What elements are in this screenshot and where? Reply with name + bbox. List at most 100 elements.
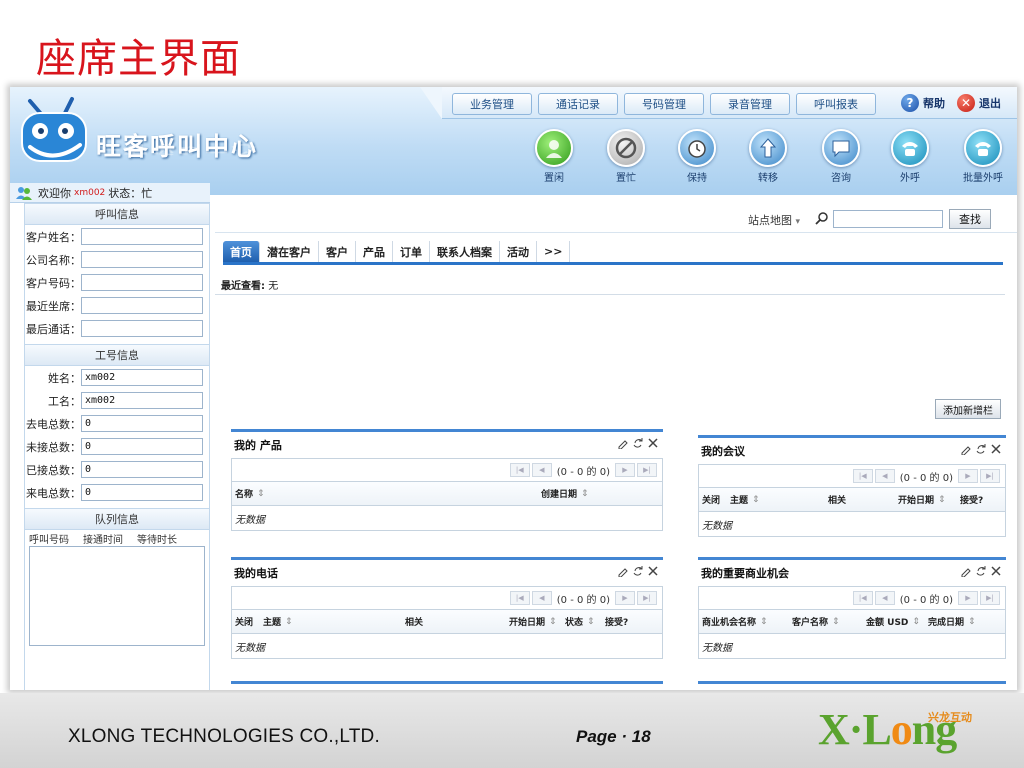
page-number: Page · 18 bbox=[576, 727, 651, 746]
refresh-icon[interactable] bbox=[975, 689, 987, 690]
first-page-button[interactable]: |◀ bbox=[509, 591, 530, 605]
prev-page-button[interactable]: ◀ bbox=[874, 469, 895, 483]
agent-field-row: 来电总数： 0 bbox=[25, 481, 209, 504]
prev-page-button[interactable]: ◀ bbox=[531, 463, 552, 477]
column-header[interactable]: 状态 ⇕ bbox=[565, 615, 605, 629]
next-page-button[interactable]: ▶ bbox=[615, 463, 635, 477]
column-header[interactable]: 完成日期 ⇕ bbox=[928, 615, 976, 629]
dashlet-title-text: 我的客户 bbox=[234, 689, 278, 690]
edit-icon[interactable] bbox=[960, 443, 972, 455]
busy-button[interactable]: 置忙 bbox=[601, 129, 651, 184]
edit-icon[interactable] bbox=[617, 565, 629, 577]
search-button[interactable]: 查找 bbox=[949, 209, 991, 229]
last-page-button[interactable]: ▶| bbox=[637, 591, 657, 605]
refresh-icon[interactable] bbox=[632, 689, 644, 690]
main-tab[interactable]: 订单 bbox=[393, 241, 430, 262]
call-field-input[interactable] bbox=[81, 320, 203, 337]
call-field-input[interactable] bbox=[81, 274, 203, 291]
sitemap-label: 站点地图 bbox=[748, 214, 792, 227]
sitemap-dropdown[interactable]: 站点地图 ▾ bbox=[748, 212, 800, 228]
first-page-button[interactable]: |◀ bbox=[509, 463, 530, 477]
batch-outbound-button[interactable]: 批量外呼 bbox=[958, 129, 1008, 184]
column-header[interactable]: 主题 ⇕ bbox=[263, 615, 405, 629]
top-tab-recordings[interactable]: 录音管理 bbox=[710, 93, 790, 115]
column-header[interactable]: 接受? bbox=[960, 493, 983, 506]
last-page-button[interactable]: ▶| bbox=[980, 591, 1000, 605]
hold-button[interactable]: 保持 bbox=[672, 129, 722, 184]
call-field-input[interactable] bbox=[81, 251, 203, 268]
column-header[interactable]: 开始日期 ⇕ bbox=[898, 493, 960, 507]
agent-field-input[interactable]: 0 bbox=[81, 461, 203, 478]
add-column-button[interactable]: 添加新增栏 bbox=[935, 399, 1001, 419]
call-field-input[interactable] bbox=[81, 297, 203, 314]
edit-icon[interactable] bbox=[617, 437, 629, 449]
next-page-button[interactable]: ▶ bbox=[615, 591, 635, 605]
top-tab-business[interactable]: 业务管理 bbox=[452, 93, 532, 115]
top-tab-call-reports[interactable]: 呼叫报表 bbox=[796, 93, 876, 115]
pager-text: (0 - 0 的 0) bbox=[899, 594, 953, 606]
column-header[interactable]: 创建日期 ⇕ bbox=[541, 487, 589, 501]
last-page-button[interactable]: ▶| bbox=[980, 469, 1000, 483]
main-tab[interactable]: 联系人档案 bbox=[430, 241, 500, 262]
agent-field-input[interactable]: xm002 bbox=[81, 369, 203, 386]
column-header[interactable]: 关闭 bbox=[702, 493, 730, 506]
edit-icon[interactable] bbox=[617, 689, 629, 690]
consult-button[interactable]: 咨询 bbox=[816, 129, 866, 184]
column-header[interactable]: 接受? bbox=[605, 615, 628, 628]
column-header[interactable]: 金额 USD ⇕ bbox=[866, 615, 928, 629]
close-icon[interactable] bbox=[647, 565, 659, 577]
column-header[interactable]: 主题 ⇕ bbox=[730, 493, 828, 507]
dashlet: 我的 产品 |◀ ◀ (0 - 0 的 0) ▶ ▶| 名称 ⇕ 创建日期 ⇕ 无数据 bbox=[231, 429, 663, 531]
outbound-call-button[interactable]: 外呼 bbox=[885, 129, 935, 184]
main-tab[interactable]: >> bbox=[537, 241, 571, 262]
main-tab[interactable]: 客户 bbox=[319, 241, 356, 262]
queue-list[interactable] bbox=[29, 546, 205, 646]
brand-logo: X·Long 兴龙互动 bbox=[818, 705, 972, 755]
search-input[interactable] bbox=[833, 210, 943, 228]
column-header[interactable]: 客户名称 ⇕ bbox=[792, 615, 866, 629]
next-page-button[interactable]: ▶ bbox=[958, 591, 978, 605]
refresh-icon[interactable] bbox=[975, 565, 987, 577]
transfer-button[interactable]: 转移 bbox=[743, 129, 793, 184]
column-header[interactable]: 名称 ⇕ bbox=[235, 487, 541, 501]
close-icon[interactable] bbox=[990, 443, 1002, 455]
first-page-button[interactable]: |◀ bbox=[852, 469, 873, 483]
edit-icon[interactable] bbox=[960, 565, 972, 577]
close-icon[interactable] bbox=[990, 565, 1002, 577]
prev-page-button[interactable]: ◀ bbox=[874, 591, 895, 605]
last-page-button[interactable]: ▶| bbox=[637, 463, 657, 477]
column-header[interactable]: 相关 bbox=[405, 615, 509, 628]
column-header[interactable]: 开始日期 ⇕ bbox=[509, 615, 565, 629]
next-page-button[interactable]: ▶ bbox=[958, 469, 978, 483]
refresh-icon[interactable] bbox=[632, 437, 644, 449]
idle-button[interactable]: 置闲 bbox=[529, 129, 579, 184]
exit-button[interactable]: ✕ 退出 bbox=[957, 94, 1001, 112]
main-tab[interactable]: 活动 bbox=[500, 241, 537, 262]
main-tab[interactable]: 产品 bbox=[356, 241, 393, 262]
column-header[interactable]: 关闭 bbox=[235, 615, 263, 628]
refresh-icon[interactable] bbox=[632, 565, 644, 577]
call-field-input[interactable] bbox=[81, 228, 203, 245]
close-icon[interactable] bbox=[647, 437, 659, 449]
agent-field-input[interactable]: 0 bbox=[81, 484, 203, 501]
top-tab-numbers[interactable]: 号码管理 bbox=[624, 93, 704, 115]
search-icon bbox=[815, 212, 828, 225]
top-tab-call-records[interactable]: 通话记录 bbox=[538, 93, 618, 115]
agent-field-input[interactable]: 0 bbox=[81, 415, 203, 432]
close-icon[interactable] bbox=[647, 689, 659, 690]
column-header[interactable]: 商业机会名称 ⇕ bbox=[702, 615, 792, 629]
main-tab[interactable]: 潜在客户 bbox=[260, 241, 319, 262]
edit-icon[interactable] bbox=[960, 689, 972, 690]
agent-field-input[interactable]: xm002 bbox=[81, 392, 203, 409]
help-button[interactable]: ? 帮助 bbox=[901, 94, 945, 112]
dashlet-title-text: 我的会议 bbox=[701, 445, 745, 458]
prev-page-button[interactable]: ◀ bbox=[531, 591, 552, 605]
close-icon[interactable] bbox=[990, 689, 1002, 690]
first-page-button[interactable]: |◀ bbox=[852, 591, 873, 605]
transfer-icon bbox=[749, 129, 787, 167]
people-icon bbox=[16, 186, 32, 200]
agent-field-input[interactable]: 0 bbox=[81, 438, 203, 455]
main-tab[interactable]: 首页 bbox=[223, 241, 260, 262]
column-header[interactable]: 相关 bbox=[828, 493, 898, 506]
refresh-icon[interactable] bbox=[975, 443, 987, 455]
